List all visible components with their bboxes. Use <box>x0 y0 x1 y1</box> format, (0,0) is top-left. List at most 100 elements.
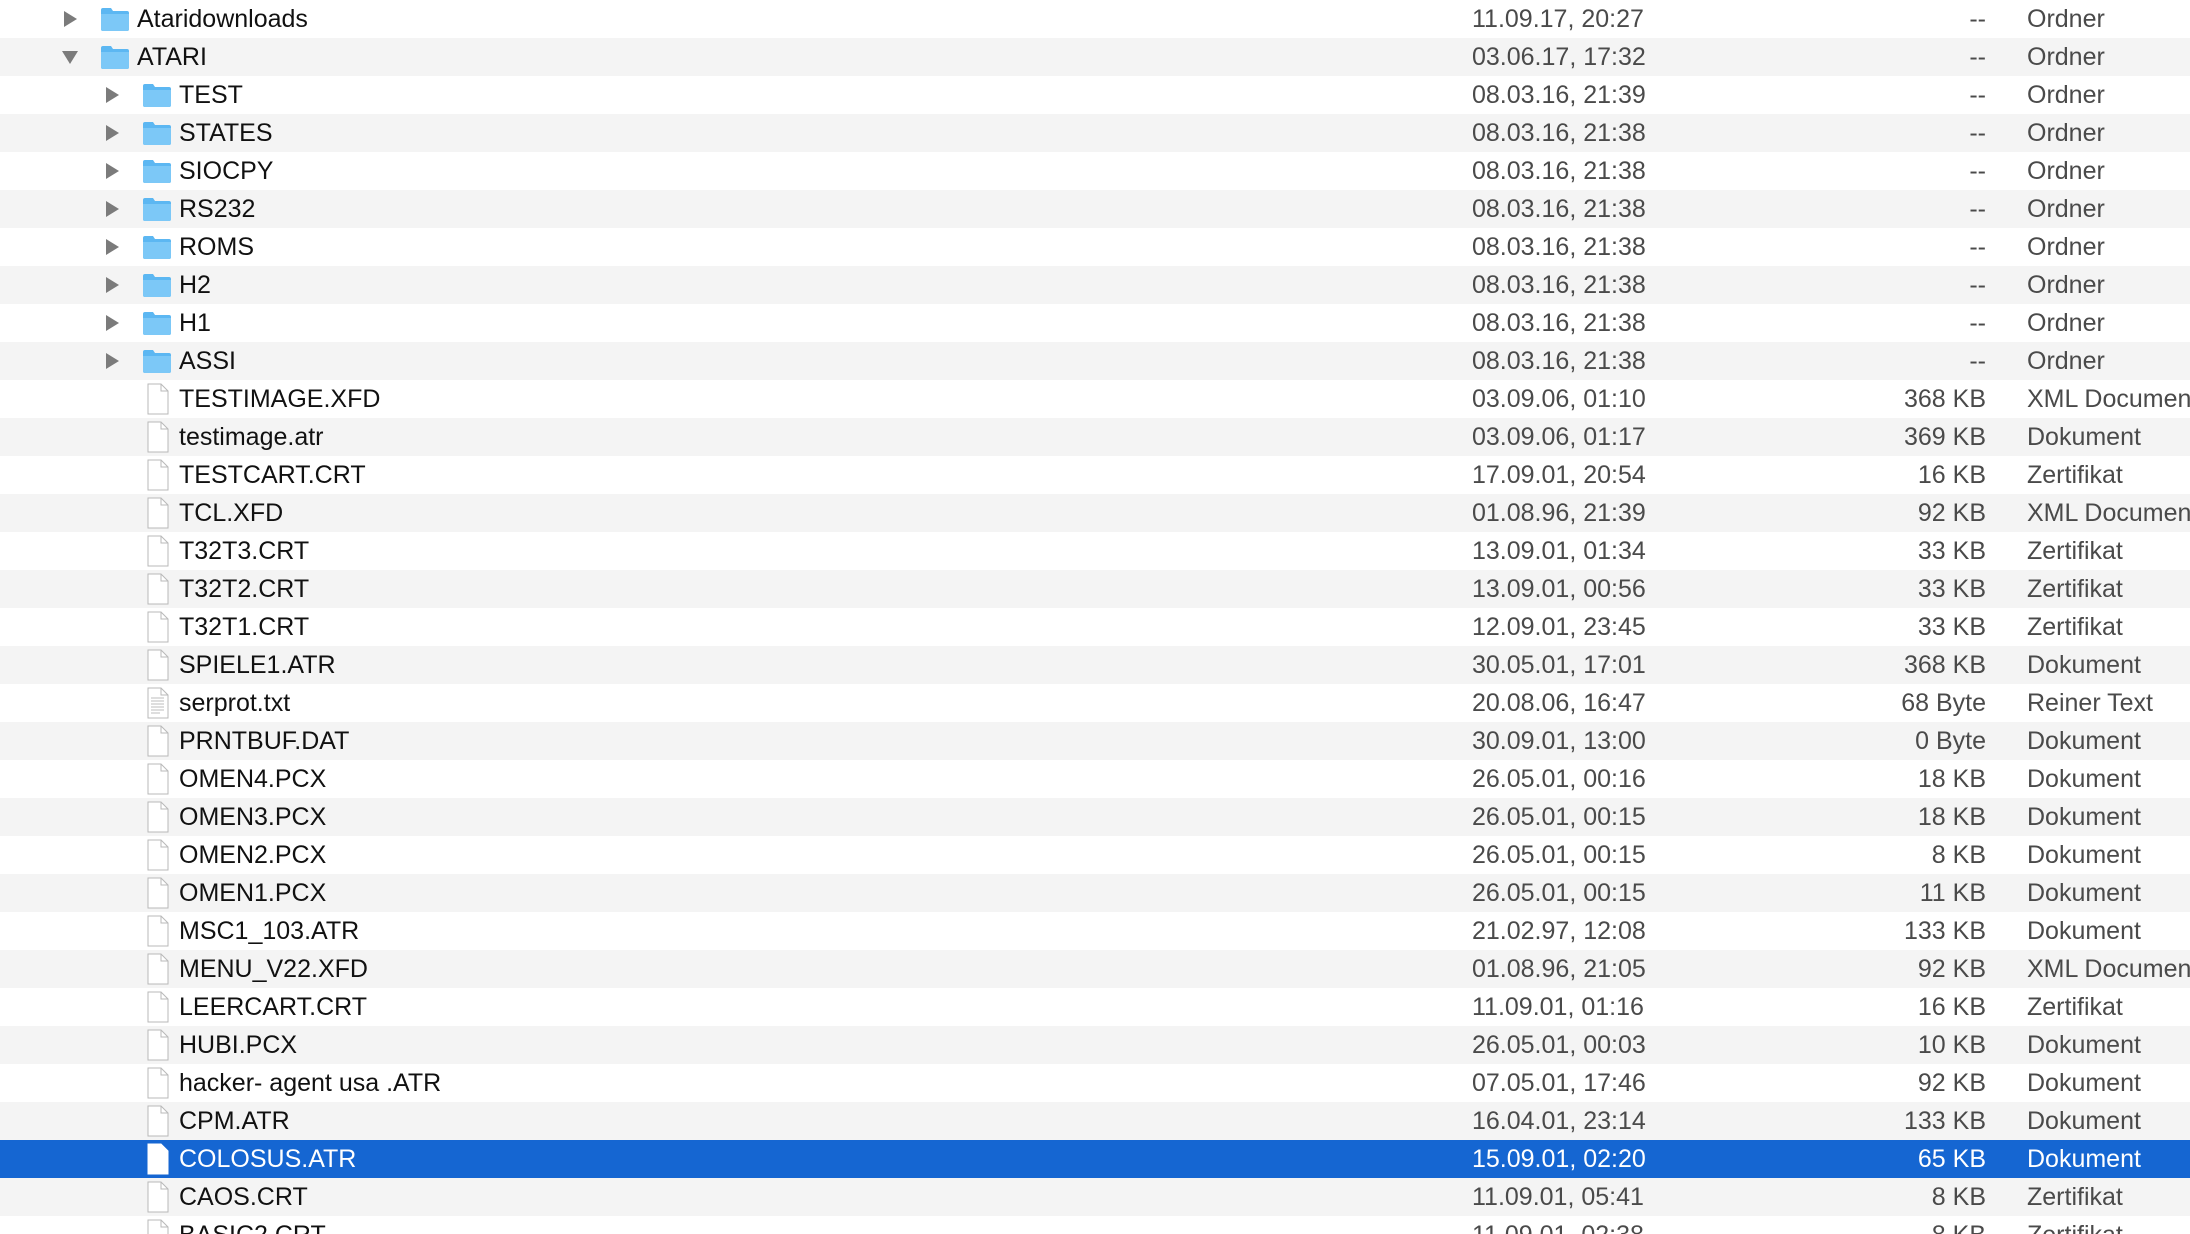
file-row-testimage-xfd[interactable]: TESTIMAGE.XFD 03.09.06, 01:10 368 KB XML Do… <box>0 380 2190 418</box>
file-name: CAOS.CRT <box>179 1183 308 1211</box>
document-icon <box>140 914 174 948</box>
folder-row-h1[interactable]: H1 08.03.16, 21:38 -- Ordner <box>0 304 2190 342</box>
folder-row-roms[interactable]: ROMS 08.03.16, 21:38 -- Ordner <box>0 228 2190 266</box>
folder-row-states[interactable]: STATES 08.03.16, 21:38 -- Ordner <box>0 114 2190 152</box>
folder-icon <box>140 344 174 378</box>
file-name: OMEN3.PCX <box>179 803 327 831</box>
file-size: -- <box>1969 233 1986 261</box>
file-row-t32t1-crt[interactable]: T32T1.CRT 12.09.01, 23:45 33 KB Zertifikat <box>0 608 2190 646</box>
file-name: ROMS <box>179 233 254 261</box>
disclosure-triangle-collapsed-icon[interactable] <box>100 266 124 304</box>
file-row-omen2-pcx[interactable]: OMEN2.PCX 26.05.01, 00:15 8 KB Dokument <box>0 836 2190 874</box>
date-modified: 08.03.16, 21:38 <box>1472 271 1646 299</box>
disclosure-triangle-expanded-icon[interactable] <box>58 38 82 76</box>
folder-icon <box>140 116 174 150</box>
document-icon <box>140 534 174 568</box>
file-size: 8 KB <box>1931 1183 1986 1211</box>
file-row-spiele1-atr[interactable]: SPIELE1.ATR 30.05.01, 17:01 368 KB Dokument <box>0 646 2190 684</box>
file-size: 368 KB <box>1903 651 1986 679</box>
file-size: 133 KB <box>1903 1107 1986 1135</box>
file-kind: Dokument <box>2027 879 2141 907</box>
folder-row-ataridownloads[interactable]: Ataridownloads 11.09.17, 20:27 -- Ordner <box>0 0 2190 38</box>
file-kind: XML Documen <box>2027 499 2190 527</box>
file-row-omen3-pcx[interactable]: OMEN3.PCX 26.05.01, 00:15 18 KB Dokument <box>0 798 2190 836</box>
date-modified: 26.05.01, 00:03 <box>1472 1031 1646 1059</box>
date-modified: 03.09.06, 01:17 <box>1472 423 1646 451</box>
disclosure-triangle-collapsed-icon[interactable] <box>100 76 124 114</box>
file-row-t32t2-crt[interactable]: T32T2.CRT 13.09.01, 00:56 33 KB Zertifikat <box>0 570 2190 608</box>
file-kind: Dokument <box>2027 841 2141 869</box>
file-kind: Ordner <box>2027 309 2105 337</box>
folder-row-h2[interactable]: H2 08.03.16, 21:38 -- Ordner <box>0 266 2190 304</box>
file-name: STATES <box>179 119 273 147</box>
date-modified: 30.09.01, 13:00 <box>1472 727 1646 755</box>
disclosure-triangle-collapsed-icon[interactable] <box>58 0 82 38</box>
date-modified: 11.09.01, 05:41 <box>1472 1183 1644 1211</box>
file-kind: Zertifikat <box>2027 537 2123 565</box>
file-size: 8 KB <box>1932 1216 1986 1234</box>
file-row-menu-v22-xfd[interactable]: MENU_V22.XFD 01.08.96, 21:05 92 KB XML Docu… <box>0 950 2190 988</box>
folder-row-atari[interactable]: ATARI 03.06.17, 17:32 -- Ordner <box>0 38 2190 76</box>
folder-icon <box>140 230 174 264</box>
file-kind: Dokument <box>2027 727 2141 755</box>
file-kind: Dokument <box>2027 651 2141 679</box>
document-icon <box>140 1028 174 1062</box>
document-icon <box>140 420 174 454</box>
date-modified: 26.05.01, 00:16 <box>1472 765 1646 793</box>
folder-row-test[interactable]: TEST 08.03.16, 21:39 -- Ordner <box>0 76 2190 114</box>
file-size: 8 KB <box>1931 841 1986 869</box>
file-list[interactable]: Ataridownloads 11.09.17, 20:27 -- Ordner ATA… <box>0 0 2190 1234</box>
file-row-omen4-pcx[interactable]: OMEN4.PCX 26.05.01, 00:16 18 KB Dokument <box>0 760 2190 798</box>
folder-row-assi[interactable]: ASSI 08.03.16, 21:38 -- Ordner <box>0 342 2190 380</box>
disclosure-triangle-collapsed-icon[interactable] <box>100 304 124 342</box>
date-modified: 08.03.16, 21:39 <box>1472 81 1646 109</box>
file-row-testimage-atr[interactable]: testimage.atr 03.09.06, 01:17 369 KB Dokume… <box>0 418 2190 456</box>
folder-row-rs232[interactable]: RS232 08.03.16, 21:38 -- Ordner <box>0 190 2190 228</box>
file-row-serprot-txt[interactable]: serprot.txt 20.08.06, 16:47 68 Byte Reiner … <box>0 684 2190 722</box>
file-row-colosus-atr[interactable]: COLOSUS.ATR 15.09.01, 02:20 65 KB Dokument <box>0 1140 2190 1178</box>
file-row-caos-crt[interactable]: CAOS.CRT 11.09.01, 05:41 8 KB Zertifikat <box>0 1178 2190 1216</box>
file-row-testcart-crt[interactable]: TESTCART.CRT 17.09.01, 20:54 16 KB Zertifik… <box>0 456 2190 494</box>
file-name: MENU_V22.XFD <box>179 955 368 983</box>
document-icon <box>140 1218 174 1234</box>
file-name: MSC1_103.ATR <box>179 917 360 945</box>
disclosure-triangle-collapsed-icon[interactable] <box>100 228 124 266</box>
file-size: 18 KB <box>1917 803 1986 831</box>
file-kind: Zertifikat <box>2027 993 2123 1021</box>
file-row-basic2-crt[interactable]: BASIC2.CRT 11.09.01, 02:38 8 KB Zertifikat <box>0 1216 2190 1234</box>
file-name: HUBI.PCX <box>179 1031 298 1059</box>
file-size: 92 KB <box>1917 499 1986 527</box>
file-size: -- <box>1969 43 1986 71</box>
folder-icon <box>140 306 174 340</box>
file-row-omen1-pcx[interactable]: OMEN1.PCX 26.05.01, 00:15 11 KB Dokument <box>0 874 2190 912</box>
document-icon <box>140 572 174 606</box>
date-modified: 08.03.16, 21:38 <box>1472 233 1646 261</box>
file-kind: Zertifikat <box>2027 613 2123 641</box>
file-row-hacker-agent-usa-atr[interactable]: hacker- agent usa .ATR 07.05.01, 17:46 92 … <box>0 1064 2190 1102</box>
file-name: COLOSUS.ATR <box>179 1145 357 1173</box>
file-kind: Dokument <box>2027 1145 2141 1173</box>
file-kind: Dokument <box>2027 765 2141 793</box>
file-row-tcl-xfd[interactable]: TCL.XFD 01.08.96, 21:39 92 KB XML Documen <box>0 494 2190 532</box>
disclosure-triangle-collapsed-icon[interactable] <box>100 152 124 190</box>
folder-icon <box>98 40 132 74</box>
file-row-msc1-103-atr[interactable]: MSC1_103.ATR 21.02.97, 12:08 133 KB Dokumen… <box>0 912 2190 950</box>
file-size: 133 KB <box>1903 917 1986 945</box>
file-name: SPIELE1.ATR <box>179 651 336 679</box>
file-row-cpm-atr[interactable]: CPM.ATR 16.04.01, 23:14 133 KB Dokument <box>0 1102 2190 1140</box>
file-row-prntbuf-dat[interactable]: PRNTBUF.DAT 30.09.01, 13:00 0 Byte Dokument <box>0 722 2190 760</box>
folder-row-siocpy[interactable]: SIOCPY 08.03.16, 21:38 -- Ordner <box>0 152 2190 190</box>
date-modified: 13.09.01, 01:34 <box>1472 537 1646 565</box>
file-size: -- <box>1969 309 1986 337</box>
file-row-hubi-pcx[interactable]: HUBI.PCX 26.05.01, 00:03 10 KB Dokument <box>0 1026 2190 1064</box>
file-name: TEST <box>179 81 243 109</box>
disclosure-triangle-collapsed-icon[interactable] <box>100 190 124 228</box>
file-name: H2 <box>179 271 211 299</box>
file-name: PRNTBUF.DAT <box>179 727 350 755</box>
disclosure-triangle-collapsed-icon[interactable] <box>100 342 124 380</box>
disclosure-triangle-collapsed-icon[interactable] <box>100 114 124 152</box>
file-row-t32t3-crt[interactable]: T32T3.CRT 13.09.01, 01:34 33 KB Zertifikat <box>0 532 2190 570</box>
file-row-leercart-crt[interactable]: LEERCART.CRT 11.09.01, 01:16 16 KB Zertifik… <box>0 988 2190 1026</box>
document-icon <box>140 610 174 644</box>
file-name: H1 <box>179 309 211 337</box>
